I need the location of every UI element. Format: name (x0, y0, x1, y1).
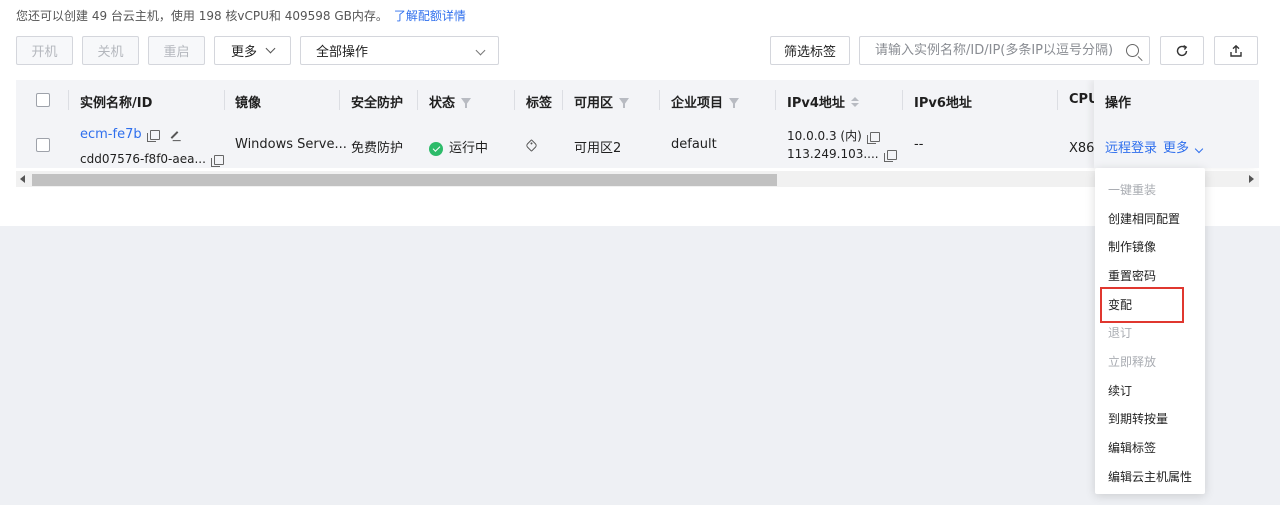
tag-icon[interactable] (525, 139, 538, 152)
instance-name-link[interactable]: ecm-fe7b (80, 127, 179, 142)
select-all-checkbox[interactable] (36, 93, 50, 107)
more-actions-menu: 一键重装 创建相同配置 制作镜像 重置密码 变配 退订 立即释放 续订 到期转按… (1095, 168, 1205, 494)
col-actions: 操作 (1105, 96, 1132, 111)
zone-cell: 可用区2 (574, 141, 622, 156)
copy-icon[interactable] (146, 129, 160, 142)
search-input[interactable] (875, 43, 1115, 58)
remote-login-link[interactable]: 远程登录 (1105, 137, 1157, 156)
image-cell: Windows Serve... (235, 137, 347, 152)
export-icon (1230, 44, 1242, 57)
col-image: 镜像 (235, 96, 262, 111)
refresh-button[interactable] (1160, 36, 1204, 65)
col-protection: 安全防护 (351, 96, 404, 111)
filter-icon[interactable] (619, 98, 630, 108)
ipv4-private-text: 10.0.0.3 (内) (787, 129, 862, 143)
search-icon[interactable] (1126, 44, 1139, 57)
running-status-icon (429, 141, 443, 156)
more-actions-label: 更多 (230, 45, 257, 60)
col-zone: 可用区 (574, 92, 630, 111)
col-ipv6: IPv6地址 (914, 96, 972, 111)
menu-item-pay-as-you-go[interactable]: 到期转按量 (1108, 410, 1168, 427)
more-actions-button[interactable]: 更多 (214, 36, 291, 65)
menu-item-renew[interactable]: 续订 (1108, 382, 1132, 399)
status-cell: 运行中 (429, 137, 488, 156)
bulk-actions-select[interactable]: 全部操作 (300, 36, 499, 65)
menu-item-unsubscribe[interactable]: 退订 (1108, 324, 1132, 341)
table-header: 实例名称/ID 镜像 安全防护 状态 标签 可用区 企业项目 IPv4地址 IP… (16, 80, 1259, 120)
scrollbar-thumb[interactable] (32, 174, 777, 186)
col-status-label: 状态 (429, 96, 456, 111)
table-row: ecm-fe7b cdd07576-f8f0-aea... Windows Se… (16, 120, 1259, 168)
col-name: 实例名称/ID (80, 96, 153, 111)
copy-icon[interactable] (883, 149, 897, 162)
menu-item-edit-tags[interactable]: 编辑标签 (1108, 439, 1156, 456)
instance-panel: 您还可以创建 49 台云主机，使用 198 核vCPU和 409598 GB内存… (0, 0, 1280, 226)
ipv6-cell: -- (914, 137, 924, 152)
ipv4-public-text: 113.249.103.... (787, 147, 879, 161)
quota-notice: 您还可以创建 49 台云主机，使用 198 核vCPU和 409598 GB内存… (16, 7, 466, 24)
col-tags: 标签 (526, 96, 553, 111)
row-checkbox[interactable] (36, 138, 50, 152)
protection-cell: 免费防护 (351, 141, 404, 156)
menu-item-create-image[interactable]: 制作镜像 (1108, 238, 1156, 255)
sort-icon[interactable] (850, 96, 859, 107)
menu-item-clone-config[interactable]: 创建相同配置 (1108, 210, 1180, 227)
menu-item-reinstall[interactable]: 一键重装 (1108, 181, 1156, 198)
instance-id: cdd07576-f8f0-aea... (80, 152, 224, 167)
scroll-left-arrow-icon[interactable] (20, 175, 25, 183)
instance-id-text: cdd07576-f8f0-aea... (80, 152, 206, 166)
status-text: 运行中 (449, 141, 489, 156)
bulk-actions-label: 全部操作 (316, 45, 369, 60)
menu-item-reset-password[interactable]: 重置密码 (1108, 267, 1156, 284)
col-project-label: 企业项目 (671, 96, 724, 111)
copy-icon[interactable] (866, 131, 880, 144)
edit-icon[interactable] (170, 130, 178, 139)
refresh-icon (1176, 44, 1188, 56)
col-ipv4: IPv4地址 (787, 92, 859, 111)
resize-highlight-box (1100, 287, 1184, 323)
chevron-down-icon (1194, 144, 1204, 154)
start-button[interactable]: 开机 (16, 36, 73, 65)
menu-item-release[interactable]: 立即释放 (1108, 353, 1156, 370)
col-zone-label: 可用区 (574, 96, 614, 111)
row-more-dropdown[interactable]: 更多 (1163, 137, 1204, 156)
stop-button[interactable]: 关机 (82, 36, 139, 65)
filter-tags-button[interactable]: 筛选标签 (770, 36, 850, 65)
col-ipv4-label: IPv4地址 (787, 96, 845, 111)
ipv4-public: 113.249.103.... (787, 147, 897, 162)
menu-item-edit-properties[interactable]: 编辑云主机属性 (1108, 468, 1192, 485)
row-more-label: 更多 (1163, 141, 1190, 156)
quota-text: 您还可以创建 49 台云主机，使用 198 核vCPU和 409598 GB内存… (16, 9, 388, 23)
copy-icon[interactable] (210, 154, 224, 167)
actions-column: 操作 远程登录 更多 (1094, 80, 1259, 168)
filter-icon[interactable] (461, 98, 472, 108)
instance-table: 实例名称/ID 镜像 安全防护 状态 标签 可用区 企业项目 IPv4地址 IP… (16, 80, 1259, 188)
ipv4-private: 10.0.0.3 (内) (787, 127, 880, 144)
export-button[interactable] (1214, 36, 1258, 65)
horizontal-scrollbar[interactable] (16, 171, 1259, 187)
scroll-right-arrow-icon[interactable] (1249, 175, 1254, 183)
chevron-down-icon (265, 43, 276, 54)
tag-cell[interactable] (525, 139, 538, 154)
filter-icon[interactable] (729, 98, 740, 108)
col-status: 状态 (429, 92, 472, 111)
chevron-down-icon (475, 45, 486, 56)
search-box (859, 36, 1150, 65)
col-project: 企业项目 (671, 92, 740, 111)
project-cell: default (671, 137, 717, 152)
restart-button[interactable]: 重启 (148, 36, 205, 65)
quota-details-link[interactable]: 了解配额详情 (394, 9, 466, 23)
instance-name: ecm-fe7b (80, 127, 142, 142)
